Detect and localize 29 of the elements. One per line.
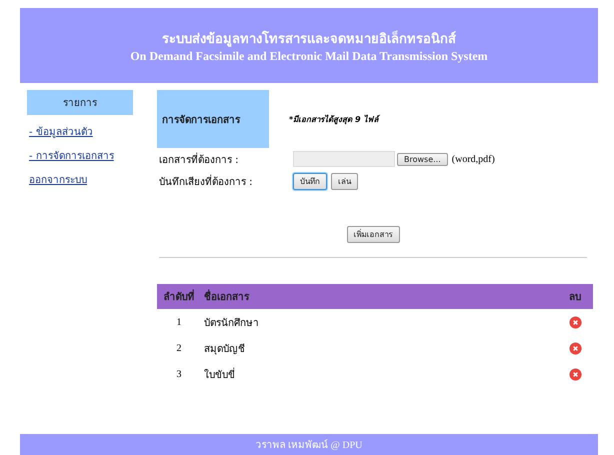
file-input-field[interactable]: [293, 151, 395, 167]
sidebar-link[interactable]: - การจัดการเอกสาร: [29, 148, 133, 163]
column-header: ลบ: [557, 284, 593, 309]
delete-icon[interactable]: [568, 368, 582, 380]
footer-text: วราพล เหมพัฒน์ @ DPU: [256, 438, 362, 452]
row-number: 2: [176, 342, 182, 354]
sidebar-title: รายการ: [27, 90, 133, 115]
field-label: เอกสารที่ต้องการ :: [158, 152, 240, 166]
document-name: สมุดบัญชี: [204, 344, 245, 354]
row-number: 1: [176, 316, 182, 328]
field-label: บันทึกเสียงที่ต้องการ :: [158, 174, 254, 188]
section-title: การจัดการเอกสาร: [157, 90, 269, 148]
document-name: ใบขับขี่: [204, 370, 235, 380]
delete-icon[interactable]: [568, 342, 582, 354]
column-header: ชื่อเอกสาร: [201, 284, 557, 309]
document-name: บัตรนักศึกษา: [204, 318, 259, 328]
sidebar-link[interactable]: ออกจากระบบ: [29, 172, 133, 187]
page-title: ระบบส่งข้อมูลทางโทรสารและจดหมายอิเล็กทรอนิกส์: [161, 30, 457, 48]
browse-button[interactable]: Browse...: [397, 152, 448, 166]
play-button[interactable]: เล่น: [331, 172, 358, 190]
note-text: *มีเอกสารได้สูงสุด 9 ไฟล์: [289, 114, 378, 126]
file-types-text: (word,pdf): [452, 154, 495, 164]
page-subtitle: On Demand Facsimile and Electronic Mail Data Transmission System: [129, 48, 489, 64]
column-header: ลำดับที่: [157, 284, 201, 309]
delete-icon[interactable]: [568, 316, 582, 328]
record-button[interactable]: บันทึก: [293, 172, 327, 190]
sidebar-link[interactable]: - ข้อมูลส่วนตัว: [29, 124, 133, 139]
add-document-button[interactable]: เพิ่มเอกสาร: [346, 226, 400, 243]
row-number: 3: [176, 368, 182, 380]
